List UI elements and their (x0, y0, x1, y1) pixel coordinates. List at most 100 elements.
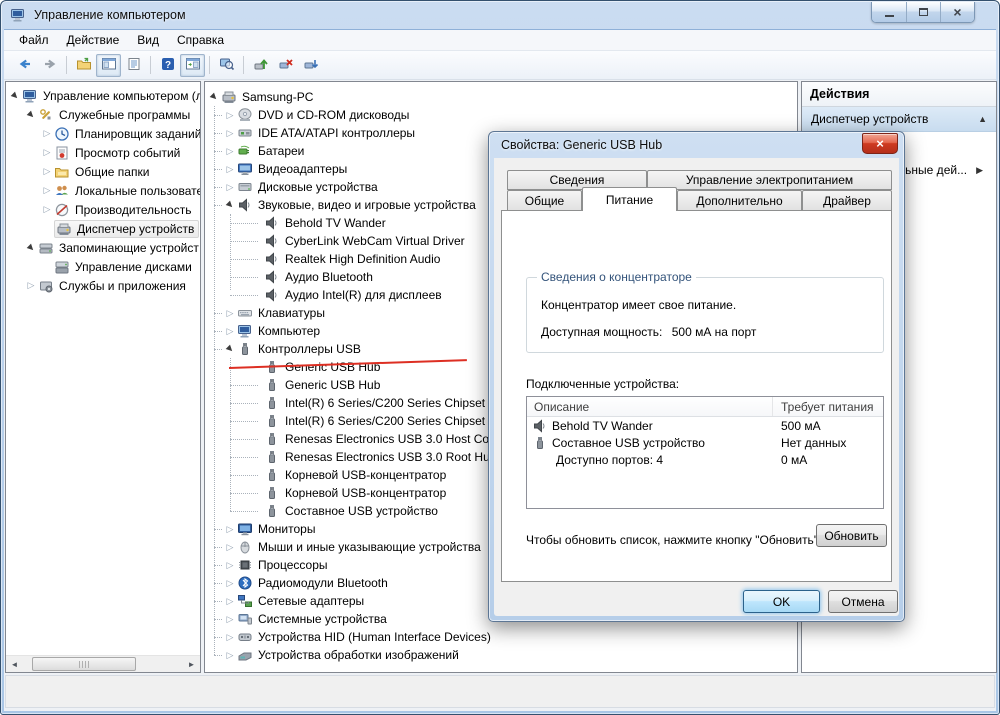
tree-item[interactable]: ▷Просмотр событий (6, 143, 200, 162)
dialog-close-button[interactable]: × (862, 133, 898, 154)
table-row[interactable]: Behold TV Wander500 мА (527, 417, 883, 434)
expander-expanded-icon[interactable]: ▶ (7, 88, 23, 104)
expander-expanded-icon[interactable]: ▶ (206, 89, 222, 105)
column-header-power[interactable]: Требует питания (773, 397, 883, 416)
expander-expanded-icon[interactable]: ▶ (222, 341, 238, 357)
tree-item[interactable]: ▶ Samsung-PC (205, 88, 797, 106)
table-body: Behold TV Wander500 мАСоставное USB устр… (527, 417, 883, 468)
close-button[interactable]: × (940, 2, 974, 22)
help-button[interactable]: ? (155, 54, 180, 77)
export-list-button[interactable] (121, 54, 146, 77)
horizontal-scrollbar[interactable]: ◄ ► (6, 655, 200, 672)
expander-collapsed-icon[interactable]: ▷ (223, 543, 237, 552)
svg-text:?: ? (164, 60, 170, 71)
dialog-client-area: СведенияУправление электропитаниемОбщиеП… (494, 158, 899, 616)
tree-item[interactable]: ▶Запоминающие устройст (6, 238, 200, 257)
tree-item-label: Samsung-PC (239, 89, 316, 105)
scroll-left-icon[interactable]: ◄ (6, 656, 23, 672)
console-pane-icon (101, 56, 117, 75)
uninstall-device-button[interactable] (273, 54, 298, 77)
action-pane-toggle-button[interactable] (180, 54, 205, 77)
expander-collapsed-icon[interactable]: ▷ (223, 651, 237, 660)
expander-collapsed-icon[interactable]: ▷ (223, 597, 237, 606)
tree-item[interactable]: ▷ Устройства обработки изображений (205, 646, 797, 664)
menu-file[interactable]: Файл (10, 30, 58, 50)
expander-collapsed-icon[interactable]: ▷ (223, 327, 237, 336)
connected-devices-table[interactable]: Описание Требует питания Behold TV Wande… (526, 396, 884, 509)
tab-driver[interactable]: Драйвер (802, 190, 892, 211)
column-header-description[interactable]: Описание (527, 397, 773, 416)
menu-help[interactable]: Справка (168, 30, 233, 50)
expander-collapsed-icon[interactable]: ▷ (223, 111, 237, 120)
expander-collapsed-icon[interactable]: ▷ (223, 147, 237, 156)
hid-icon (237, 629, 255, 645)
chevron-up-icon[interactable]: ▲ (978, 114, 987, 124)
menu-view[interactable]: Вид (128, 30, 168, 50)
expander-collapsed-icon[interactable]: ▷ (223, 309, 237, 318)
tree-item[interactable]: ▷Службы и приложения (6, 276, 200, 295)
expander-collapsed-icon[interactable]: ▷ (223, 579, 237, 588)
cancel-button[interactable]: Отмена (828, 590, 898, 613)
console-tree-toggle-button[interactable] (96, 54, 121, 77)
expander-collapsed-icon[interactable]: ▷ (40, 148, 54, 157)
actions-group-device-manager[interactable]: Диспетчер устройств ▲ (802, 107, 996, 132)
tree-item[interactable]: Управление дисками (6, 257, 200, 276)
expander-expanded-icon[interactable]: ▶ (23, 107, 39, 123)
tree-connector (214, 547, 222, 548)
scan-hardware-button[interactable] (298, 54, 323, 77)
tree-connector (214, 583, 222, 584)
hub-info-groupbox: Сведения о концентраторе Концентратор им… (526, 277, 884, 353)
tree-item[interactable]: ▷DVD и CD-ROM дисководы (205, 106, 797, 124)
ok-button[interactable]: OK (743, 590, 820, 613)
tab-power[interactable]: Питание (582, 187, 677, 211)
table-row[interactable]: Составное USB устройствоНет данных (527, 434, 883, 451)
tree-item[interactable]: ▷Производительность (6, 200, 200, 219)
expander-expanded-icon[interactable]: ▶ (23, 240, 39, 256)
tab-general[interactable]: Общие (507, 190, 582, 211)
expander-collapsed-icon[interactable]: ▷ (223, 633, 237, 642)
expander-collapsed-icon[interactable]: ▷ (40, 205, 54, 214)
menu-action[interactable]: Действие (58, 30, 129, 50)
expander-collapsed-icon[interactable]: ▷ (223, 615, 237, 624)
expander-collapsed-icon[interactable]: ▷ (223, 561, 237, 570)
tree-connector (214, 169, 222, 170)
update-driver-button[interactable] (248, 54, 273, 77)
maximize-button[interactable] (906, 2, 940, 22)
tree-item-label: Устройства HID (Human Interface Devices) (255, 629, 494, 645)
expander-collapsed-icon[interactable]: ▷ (223, 183, 237, 192)
tree-item[interactable]: ▷Общие папки (6, 162, 200, 181)
table-cell-power: 0 мА (773, 453, 883, 467)
tree-item[interactable]: ▷Локальные пользовате (6, 181, 200, 200)
tree-connector (230, 277, 258, 278)
tree-item[interactable]: ▶Управление компьютером (л (6, 86, 200, 105)
tree-item[interactable]: ▷Планировщик заданий (6, 124, 200, 143)
tree-item[interactable]: ▶Служебные программы (6, 105, 200, 124)
tab-power-management[interactable]: Управление электропитанием (647, 170, 892, 190)
scrollbar-thumb[interactable] (32, 657, 136, 671)
expander-collapsed-icon[interactable]: ▷ (40, 167, 54, 176)
table-row[interactable]: Доступно портов: 40 мА (527, 451, 883, 468)
tab-advanced[interactable]: Дополнительно (677, 190, 802, 211)
scroll-right-icon[interactable]: ► (183, 656, 200, 672)
speaker-icon (264, 215, 282, 231)
refresh-button[interactable]: Обновить (816, 524, 887, 547)
expander-collapsed-icon[interactable]: ▷ (223, 525, 237, 534)
forward-button[interactable] (37, 54, 62, 77)
tree-item-label: Устройства обработки изображений (255, 647, 462, 663)
up-folder-button[interactable] (71, 54, 96, 77)
expander-expanded-icon[interactable]: ▶ (222, 197, 238, 213)
tree-connector (230, 475, 258, 476)
expander-collapsed-icon[interactable]: ▷ (223, 129, 237, 138)
expander-collapsed-icon[interactable]: ▷ (40, 129, 54, 138)
tree-item[interactable]: Диспетчер устройств (6, 219, 200, 238)
back-button[interactable] (12, 54, 37, 77)
cd-drive-icon (237, 107, 255, 123)
expander-collapsed-icon[interactable]: ▷ (40, 186, 54, 195)
tree-item[interactable]: ▷ Устройства HID (Human Interface Devices… (205, 628, 797, 646)
titlebar[interactable]: Управление компьютером (1, 1, 999, 29)
expander-collapsed-icon[interactable]: ▷ (24, 281, 38, 290)
scan-button[interactable] (214, 54, 239, 77)
tree-connector (230, 511, 258, 512)
expander-collapsed-icon[interactable]: ▷ (223, 165, 237, 174)
minimize-button[interactable] (872, 2, 906, 22)
